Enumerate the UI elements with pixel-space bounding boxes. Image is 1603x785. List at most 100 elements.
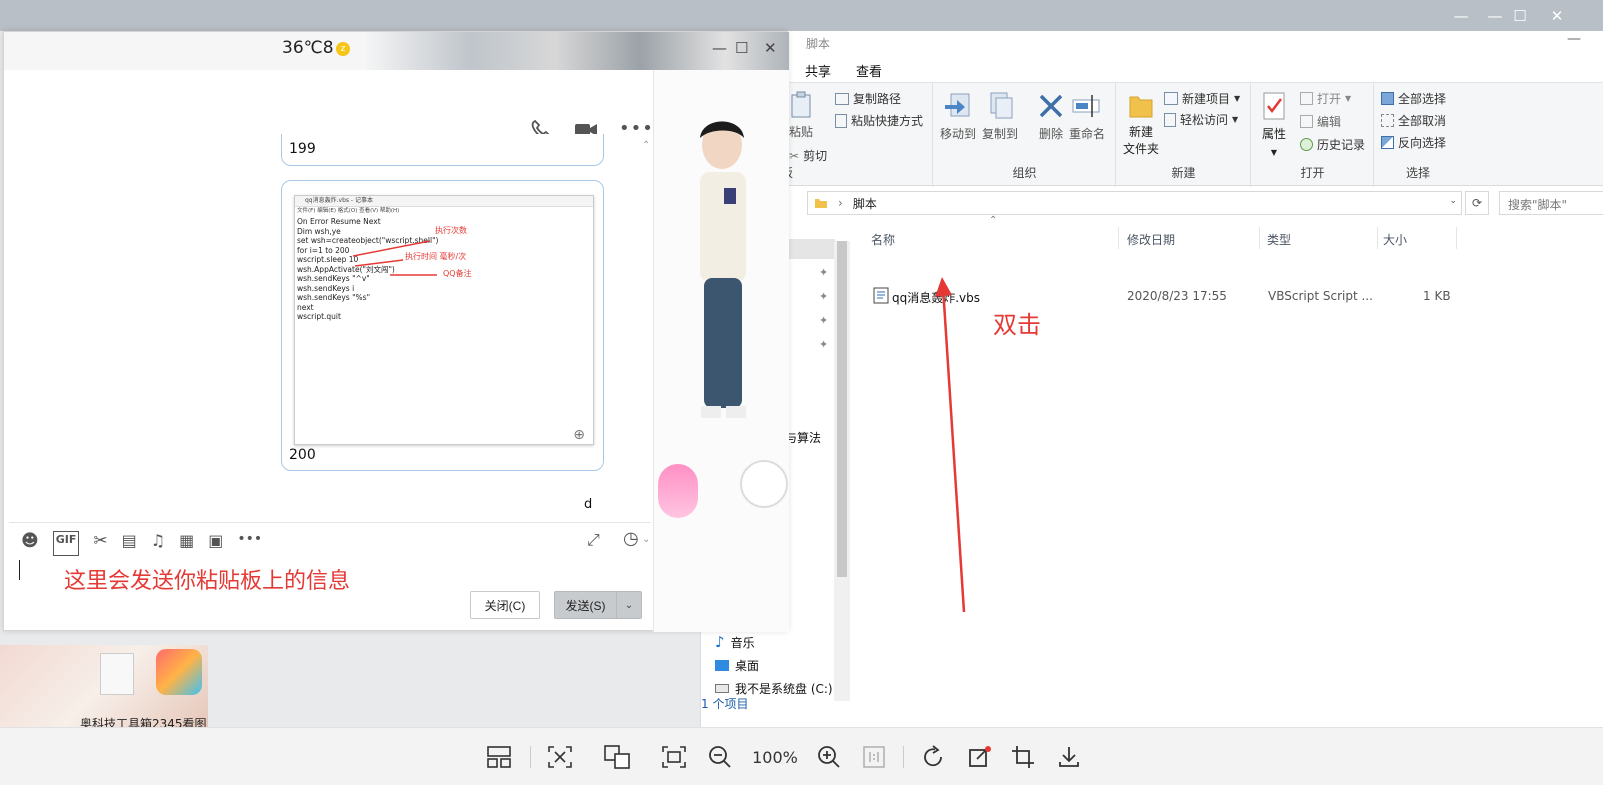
close-icon[interactable]: ✕ [764, 39, 777, 57]
emoji-icon[interactable]: ☻ [21, 531, 39, 556]
gif-icon[interactable]: GIF [52, 531, 80, 556]
pin-icon[interactable]: ✦ [819, 266, 828, 279]
zoom-in-icon[interactable] [816, 742, 842, 772]
maximize-icon[interactable]: ☐ [735, 39, 748, 57]
annotation-arrows [352, 240, 437, 276]
mascot-avatar [658, 464, 698, 518]
fit-screen-icon[interactable] [661, 742, 687, 772]
code-line: wscript.quit [297, 312, 341, 321]
rename-button[interactable]: 重命名 [1069, 91, 1105, 143]
pin-icon[interactable]: ✦ [819, 290, 828, 303]
paste-shortcut-label: 粘贴快捷方式 [851, 114, 924, 128]
actual-size-icon[interactable] [861, 742, 887, 772]
scissors-icon[interactable]: ✂ [93, 531, 107, 556]
open-button[interactable]: 打开 ▼ [1300, 90, 1351, 107]
edit-button[interactable]: 编辑 [1300, 113, 1341, 130]
tab-view[interactable]: 查看 [856, 61, 882, 80]
explorer-window: 脚本 — 共享 查看 粘贴 复制路径 粘贴快捷方式 ✂剪切 剪贴板 移动到 复制… [700, 31, 1603, 727]
minimize-icon[interactable]: — [1567, 31, 1581, 47]
translate-icon[interactable] [604, 742, 630, 772]
refresh-button[interactable]: ⟳ [1465, 191, 1489, 215]
address-bar[interactable]: › 脚本 ⌄ [807, 191, 1462, 215]
move-to-button[interactable]: 移动到 [940, 91, 976, 143]
copy-path-icon [835, 92, 849, 105]
cut-button[interactable]: ✂ 剪切 [789, 147, 827, 164]
column-name[interactable]: 名称 [871, 231, 895, 248]
close-button[interactable]: 关闭(C) [470, 591, 540, 619]
nav-item-music[interactable]: ♪ 音乐 [715, 633, 755, 651]
nav-item-partial[interactable]: 与算法 [785, 429, 821, 446]
tab-share[interactable]: 共享 [805, 61, 831, 80]
image-icon[interactable]: ▦ [179, 531, 194, 556]
layout-icon[interactable] [486, 742, 512, 772]
download-icon[interactable] [1056, 742, 1082, 772]
qq-banner: 36℃8 z — ☐ ✕ [4, 32, 789, 70]
pin-icon[interactable]: ✦ [819, 314, 828, 327]
maximize-icon[interactable]: ☐ [1506, 6, 1534, 26]
message-input[interactable]: 这里会发送你粘贴板上的信息 关闭(C) 发送(S) ⌄ [9, 556, 651, 632]
nav-item-desktop[interactable]: 桌面 [715, 657, 759, 674]
zoom-in-icon[interactable]: ⊕ [573, 428, 585, 441]
screenshot-image[interactable]: qq消息轰炸.vbs - 记事本 文件(F) 编辑(E) 格式(O) 查看(V)… [294, 195, 594, 445]
more-icon[interactable]: ••• [237, 531, 262, 556]
minimize-icon[interactable]: — [1447, 6, 1475, 26]
screen-record-icon[interactable]: ▣ [208, 531, 223, 556]
nav-scrollbar[interactable] [834, 241, 850, 701]
new-item-button[interactable]: 新建项目 ▼ [1164, 90, 1240, 107]
easy-access-button[interactable]: 轻松访问 ▼ [1164, 111, 1238, 128]
more-icon[interactable]: ••• [619, 118, 654, 142]
send-options-button[interactable]: ⌄ [616, 591, 642, 619]
expand-icon[interactable]: ⤢ [587, 530, 600, 550]
new-folder-button[interactable]: 新建 文件夹 [1123, 91, 1159, 158]
invert-selection-button[interactable]: 反向选择 [1381, 134, 1446, 151]
music-note-icon[interactable]: ♫ [151, 531, 165, 556]
scrollbar-thumb[interactable] [837, 241, 847, 577]
folder-icon[interactable]: ▤ [122, 531, 137, 556]
send-button[interactable]: 发送(S) [554, 591, 616, 619]
restore-icon[interactable]: — [1481, 6, 1509, 26]
copy-to-button[interactable]: 复制到 [982, 91, 1018, 143]
history-clock-icon[interactable]: ◷ [623, 528, 639, 549]
properties-button[interactable]: 属性 ▼ [1261, 91, 1287, 161]
close-icon[interactable]: ✕ [1543, 6, 1571, 26]
column-separator[interactable] [1456, 227, 1457, 249]
chevron-down-icon[interactable]: ⌄ [1449, 196, 1457, 206]
scroll-up-icon[interactable]: ⌃ [642, 140, 650, 151]
column-separator[interactable] [1377, 227, 1378, 249]
app-icon[interactable] [156, 649, 202, 695]
delete-button[interactable]: 删除 [1036, 91, 1066, 143]
file-icon[interactable] [100, 653, 134, 695]
column-separator[interactable] [1259, 227, 1260, 249]
select-all-button[interactable]: 全部选择 [1381, 90, 1446, 107]
zoom-out-icon[interactable] [707, 742, 733, 772]
avatar[interactable] [740, 460, 788, 508]
ocr-icon[interactable] [547, 742, 573, 772]
pin-icon[interactable]: ✦ [819, 338, 828, 351]
rotate-icon[interactable] [920, 742, 946, 772]
edit-icon [1300, 115, 1313, 128]
history-button[interactable]: 历史记录 [1300, 136, 1365, 153]
crop-icon[interactable] [1010, 742, 1036, 772]
column-type[interactable]: 类型 [1267, 231, 1291, 248]
refresh-icon: ⟳ [1471, 196, 1483, 210]
ribbon-group-new: 新建 文件夹 新建项目 ▼ 轻松访问 ▼ 新建 [1117, 83, 1251, 187]
column-size[interactable]: 大小 [1383, 231, 1407, 248]
paste-button[interactable]: 粘贴 [789, 91, 813, 141]
toolbar-divider [903, 746, 904, 768]
file-type: VBScript Script ... [1268, 289, 1373, 303]
message-bubble[interactable] [281, 134, 604, 166]
edit-icon[interactable] [967, 742, 993, 772]
search-input[interactable]: 搜索"脚本" [1499, 191, 1603, 215]
drive-icon [715, 684, 729, 693]
new-item-label: 新建项目 [1182, 92, 1231, 106]
chevron-down-icon: ▼ [1234, 94, 1241, 103]
column-separator[interactable] [1118, 227, 1119, 249]
paste-shortcut-button[interactable]: 粘贴快捷方式 [835, 112, 923, 129]
minimize-icon[interactable]: — [712, 39, 727, 57]
nav-selected-item[interactable] [785, 239, 835, 259]
select-none-button[interactable]: 全部取消 [1381, 112, 1446, 129]
properties-label: 属性 [1261, 127, 1286, 141]
ribbon-group-select: 全部选择 全部取消 反向选择 选择 [1375, 83, 1461, 187]
column-date[interactable]: 修改日期 [1127, 231, 1175, 248]
copy-path-button[interactable]: 复制路径 [835, 90, 901, 107]
